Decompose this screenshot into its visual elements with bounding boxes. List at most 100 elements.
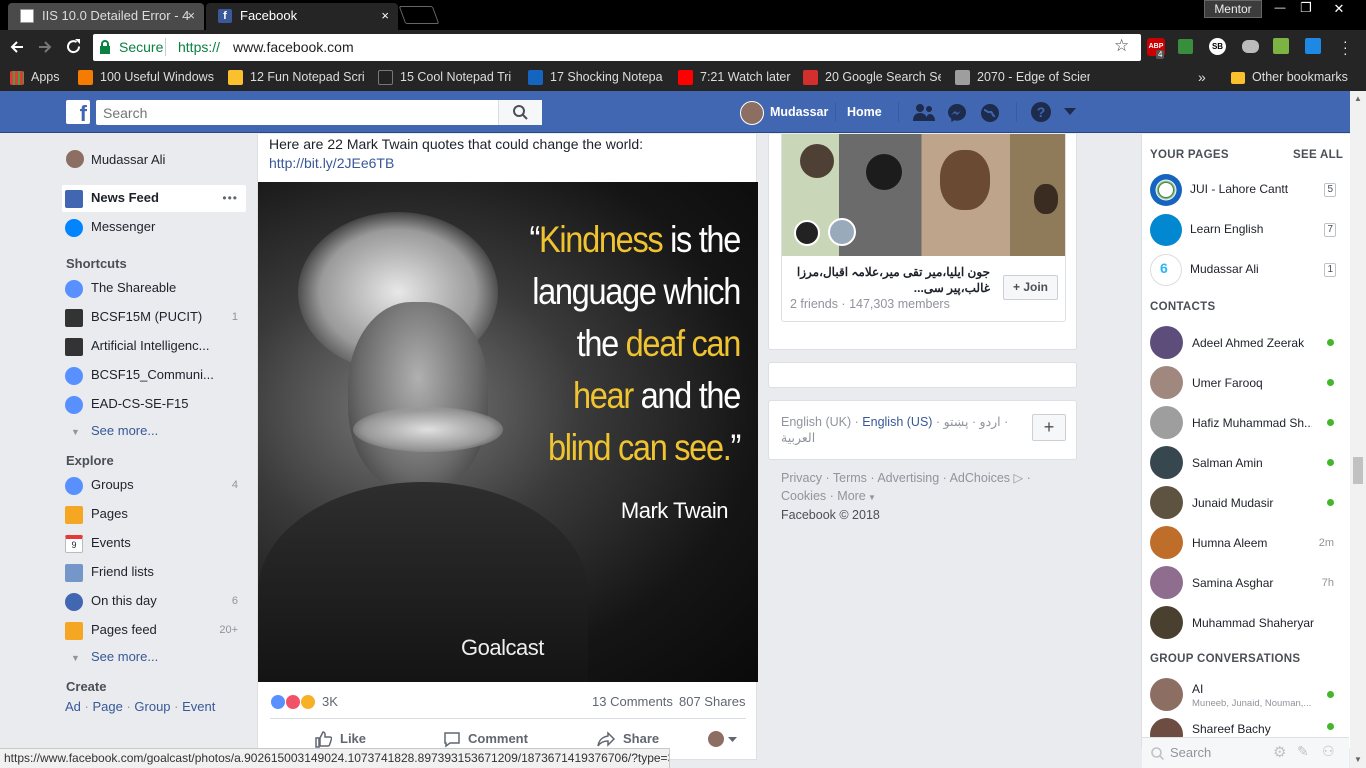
- bookmarks-overflow-button[interactable]: »: [1198, 68, 1206, 86]
- language-link[interactable]: پښتو: [944, 415, 969, 429]
- bookmark-item[interactable]: 12 Fun Notepad Scri: [228, 68, 364, 86]
- tab-close-icon[interactable]: ×: [381, 3, 389, 29]
- more-options-icon[interactable]: •••: [222, 185, 238, 211]
- sidebar-item-on-this-day[interactable]: On this day 6: [62, 588, 246, 614]
- advertising-link[interactable]: Advertising: [877, 471, 939, 485]
- bookmark-item[interactable]: 20 Google Search Se: [803, 68, 941, 86]
- bookmark-item[interactable]: 17 Shocking Notepa: [528, 68, 664, 86]
- create-event-link[interactable]: Event: [182, 699, 215, 714]
- like-reaction-icon[interactable]: [270, 694, 286, 710]
- sidebar-item-shortcut[interactable]: Artificial Intelligenc...: [62, 333, 246, 359]
- contact-item[interactable]: Adeel Ahmed Zeerak: [1142, 323, 1342, 363]
- page-item[interactable]: JUI - Lahore Cantt 5: [1142, 170, 1342, 210]
- group-conversation-item[interactable]: AI Muneeb, Junaid, Nouman,...: [1142, 675, 1342, 715]
- language-link[interactable]: العربية: [781, 431, 815, 445]
- sb-ext-icon[interactable]: SB: [1209, 38, 1226, 55]
- avatar[interactable]: [740, 101, 764, 125]
- restore-button[interactable]: ❐: [1294, 0, 1318, 18]
- create-group-link[interactable]: Group: [134, 699, 170, 714]
- see-more-shortcuts[interactable]: ▼ See more...: [62, 418, 246, 444]
- language-link[interactable]: اردو: [980, 415, 1001, 429]
- see-all-link[interactable]: SEE ALL: [1293, 149, 1343, 161]
- other-bookmarks[interactable]: Other bookmarks: [1231, 68, 1348, 86]
- love-reaction-icon[interactable]: [285, 694, 301, 710]
- close-window-button[interactable]: ✕: [1322, 0, 1356, 18]
- menu-kebab-icon[interactable]: · · ·: [1343, 34, 1348, 60]
- shares-count[interactable]: 807 Shares: [679, 694, 746, 709]
- sidebar-item-news-feed[interactable]: News Feed •••: [62, 185, 246, 212]
- comment-button[interactable]: Comment: [443, 730, 543, 750]
- terms-link[interactable]: Terms: [833, 471, 867, 485]
- profile-link[interactable]: Mudassar: [770, 105, 828, 119]
- gear-icon[interactable]: ⚙: [1273, 743, 1286, 761]
- page-scrollbar[interactable]: ▲ ▼: [1350, 91, 1366, 768]
- star-icon[interactable]: ☆: [1114, 36, 1129, 56]
- sidebar-item-shortcut[interactable]: BCSF15M (PUCIT) 1: [62, 304, 246, 330]
- sidebar-item-friend-lists[interactable]: Friend lists: [62, 559, 246, 585]
- share-button[interactable]: Share: [597, 730, 677, 750]
- language-link[interactable]: English (UK): [781, 415, 851, 429]
- search-input[interactable]: [96, 100, 496, 125]
- scroll-down-icon[interactable]: ▼: [1354, 755, 1362, 764]
- more-link[interactable]: More: [837, 489, 865, 503]
- post-link[interactable]: http://bit.ly/2JEe6TB: [269, 155, 394, 171]
- facebook-logo-icon[interactable]: f: [66, 100, 90, 124]
- group-name[interactable]: جون ایلیا،میر تقی میر،علامہ اقبال،مرزا غ…: [790, 264, 990, 296]
- home-link[interactable]: Home: [847, 105, 882, 119]
- bookmark-item[interactable]: 100 Useful Windows: [78, 68, 216, 86]
- sidebar-item-shortcut[interactable]: EAD-CS-SE-F15: [62, 391, 246, 417]
- tab-close-icon[interactable]: ×: [187, 3, 195, 29]
- contact-item[interactable]: Umer Farooq: [1142, 363, 1342, 403]
- avatar[interactable]: [66, 150, 84, 168]
- see-more-explore[interactable]: ▼ See more...: [62, 644, 246, 670]
- page-item[interactable]: 6 Mudassar Ali 1: [1142, 250, 1342, 290]
- create-page-link[interactable]: Page: [92, 699, 122, 714]
- suggested-group-card[interactable]: جون ایلیا،میر تقی میر،علامہ اقبال،مرزا غ…: [781, 134, 1066, 322]
- create-ad-link[interactable]: Ad: [65, 699, 81, 714]
- forward-icon[interactable]: [37, 39, 53, 55]
- reload-icon[interactable]: [65, 38, 82, 55]
- join-group-button[interactable]: + Join: [1003, 275, 1058, 300]
- chevron-down-icon[interactable]: [728, 737, 737, 743]
- messenger-icon[interactable]: [947, 103, 967, 123]
- scroll-up-icon[interactable]: ▲: [1354, 94, 1362, 103]
- new-group-icon[interactable]: ⚇: [1322, 743, 1335, 760]
- account-menu-chevron-icon[interactable]: [1064, 108, 1076, 116]
- address-bar[interactable]: Secure https:// www.facebook.com ☆: [93, 34, 1141, 61]
- new-message-icon[interactable]: ✎: [1297, 743, 1309, 760]
- sidebar-item-pages-feed[interactable]: Pages feed 20+: [62, 617, 246, 643]
- contact-item[interactable]: Hafiz Muhammad Sh...: [1142, 403, 1342, 443]
- bookmark-item[interactable]: 15 Cool Notepad Tri: [378, 68, 514, 86]
- downloader-ext-icon[interactable]: [1305, 38, 1321, 54]
- privacy-link[interactable]: Privacy: [781, 471, 822, 485]
- video-play-icon[interactable]: [794, 220, 820, 246]
- tab-iis-error[interactable]: IIS 10.0 Detailed Error - 4 ×: [8, 3, 204, 30]
- reaction-count[interactable]: 3K: [322, 694, 338, 709]
- help-icon[interactable]: ?: [1031, 102, 1051, 122]
- notifications-globe-icon[interactable]: [980, 103, 1000, 123]
- post-image[interactable]: “Kindness is the language which the deaf…: [258, 182, 758, 682]
- bookmark-item[interactable]: 7:21 Watch later: [678, 68, 798, 86]
- apps-bookmark[interactable]: Apps: [10, 68, 60, 86]
- back-icon[interactable]: [9, 39, 25, 55]
- search-button[interactable]: [498, 100, 542, 125]
- wow-reaction-icon[interactable]: [300, 694, 316, 710]
- contact-item[interactable]: Humna Aleem 2m: [1142, 523, 1342, 563]
- sidebar-item-shortcut[interactable]: BCSF15_Communi...: [62, 362, 246, 388]
- group-conversation-item[interactable]: Shareef Bachy: [1142, 715, 1342, 737]
- avatar[interactable]: [708, 731, 724, 747]
- new-tab-button[interactable]: [398, 6, 440, 24]
- comments-count[interactable]: 13 Comments: [592, 694, 673, 709]
- page-item[interactable]: Learn English 7: [1142, 210, 1342, 250]
- profile-button[interactable]: Mentor: [1204, 0, 1262, 18]
- cloud-ext-icon[interactable]: [1242, 40, 1259, 53]
- download-ext-icon[interactable]: [1178, 39, 1193, 54]
- sidebar-item-events[interactable]: 9 Events: [62, 530, 246, 556]
- like-button[interactable]: Like: [314, 730, 404, 750]
- minimize-button[interactable]: —: [1268, 0, 1292, 18]
- friend-requests-icon[interactable]: [912, 103, 936, 122]
- tab-facebook[interactable]: f Facebook ×: [206, 3, 398, 30]
- sidebar-item-messenger[interactable]: Messenger: [62, 214, 246, 240]
- sidebar-item-groups[interactable]: Groups 4: [62, 472, 246, 498]
- scrollbar-thumb[interactable]: [1353, 457, 1363, 484]
